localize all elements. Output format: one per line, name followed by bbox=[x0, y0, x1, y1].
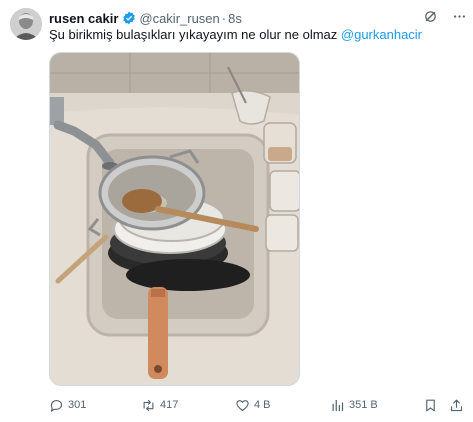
views-chart-icon bbox=[332, 399, 344, 411]
photo-of-dishes-in-sink bbox=[50, 53, 299, 385]
more-icon[interactable] bbox=[452, 9, 467, 24]
author-handle[interactable]: @cakir_rusen bbox=[139, 11, 219, 26]
separator-dot: · bbox=[221, 10, 227, 26]
tweet-header: rusen cakir @cakir_rusen · 8s bbox=[49, 9, 463, 27]
share-icon bbox=[450, 399, 463, 411]
views-button[interactable]: 351 B bbox=[330, 396, 378, 414]
like-button[interactable]: 4 B bbox=[235, 396, 271, 414]
grok-icon[interactable] bbox=[423, 9, 438, 24]
tweet-photo[interactable] bbox=[49, 52, 300, 386]
tweet[interactable]: rusen cakir @cakir_rusen · 8s Şu birikmi… bbox=[0, 0, 473, 422]
like-count: 4 B bbox=[254, 399, 271, 411]
tweet-text-body: Şu birikmiş bulaşıkları yıkayayım ne olu… bbox=[49, 27, 341, 42]
reply-icon bbox=[50, 399, 63, 412]
tweet-text: Şu birikmiş bulaşıkları yıkayayım ne olu… bbox=[49, 27, 422, 43]
repost-button[interactable]: 417 bbox=[141, 396, 178, 414]
header-actions bbox=[423, 9, 467, 24]
heart-icon bbox=[236, 399, 249, 411]
reply-count: 301 bbox=[68, 399, 87, 411]
author-name[interactable]: rusen cakir bbox=[49, 11, 118, 26]
bookmark-icon bbox=[426, 399, 435, 411]
mention-link[interactable]: @gurkanhacir bbox=[341, 27, 422, 42]
reply-button[interactable]: 301 bbox=[49, 396, 86, 414]
timestamp[interactable]: 8s bbox=[228, 11, 242, 26]
views-count: 351 B bbox=[349, 399, 378, 411]
avatar-image bbox=[10, 8, 42, 40]
avatar[interactable] bbox=[10, 8, 42, 40]
share-button[interactable] bbox=[449, 396, 464, 414]
tweet-actions: 301 417 4 B 351 B bbox=[47, 396, 467, 414]
repost-count: 417 bbox=[160, 399, 179, 411]
bookmark-button[interactable] bbox=[423, 396, 438, 414]
repost-icon bbox=[143, 399, 154, 411]
verified-badge-icon bbox=[123, 11, 136, 25]
